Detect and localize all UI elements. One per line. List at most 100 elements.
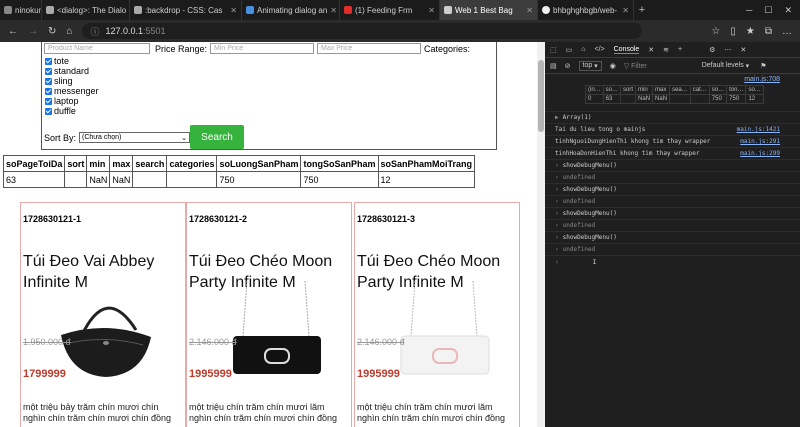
table-cell: 63 bbox=[2, 171, 66, 188]
close-icon[interactable]: ✕ bbox=[526, 6, 533, 15]
min-price-input[interactable]: Min Price bbox=[210, 43, 315, 54]
chevron-down-icon: ⌄ bbox=[181, 134, 188, 142]
table-header: search bbox=[132, 155, 168, 172]
more-menu-icon[interactable]: … bbox=[782, 26, 792, 37]
console-prompt[interactable]: › I bbox=[545, 256, 800, 268]
close-devtools-icon[interactable]: ✕ bbox=[740, 46, 746, 54]
sidebar-toggle-icon[interactable]: ▤ bbox=[550, 62, 557, 70]
browser-tab[interactable]: :backdrop - CSS: Cas ✕ bbox=[130, 0, 242, 20]
console-result: ‹ undefined bbox=[545, 196, 800, 208]
result-chevron-icon: ‹ bbox=[555, 174, 559, 181]
forward-icon[interactable]: → bbox=[28, 26, 38, 37]
tab-elements[interactable]: </> bbox=[594, 46, 604, 53]
home-icon[interactable]: ⌂ bbox=[66, 26, 72, 37]
product-card[interactable]: 1728630121-1 Túi Đeo Vai Abbey Infinite … bbox=[20, 202, 186, 427]
browser-tab[interactable]: <dialog>: The Dialo✕ bbox=[42, 0, 130, 20]
browser-tab-active[interactable]: Web 1 Best Bag ✕ bbox=[440, 0, 538, 20]
source-link[interactable]: main.js:291 bbox=[740, 138, 780, 145]
console-array-entry[interactable]: ▶ Array(1) bbox=[545, 112, 800, 124]
add-tab-icon[interactable]: + bbox=[678, 46, 682, 53]
source-link[interactable]: main.js:1421 bbox=[737, 126, 780, 133]
back-icon[interactable]: ← bbox=[8, 26, 18, 37]
console-log-entry: tinhNguoiDungHienThi khong tim thay wrap… bbox=[545, 136, 800, 148]
address-toolbar: ← → ↻ ⌂ ⓘ 127.0.0.1:5501 ☆ ▯ ★ ⧉ … bbox=[0, 20, 800, 42]
clear-console-icon[interactable]: ⊘ bbox=[565, 62, 571, 70]
reload-icon[interactable]: ↻ bbox=[48, 26, 56, 37]
close-icon[interactable]: ✕ bbox=[648, 46, 654, 54]
maximize-icon[interactable]: ☐ bbox=[764, 5, 772, 16]
input-chevron-icon: › bbox=[555, 210, 559, 217]
console-result: ‹ undefined bbox=[545, 244, 800, 256]
url-field[interactable]: ⓘ 127.0.0.1:5501 bbox=[82, 23, 643, 39]
settings-icon[interactable]: ⚙ bbox=[709, 46, 715, 54]
checkbox-checked-icon[interactable] bbox=[45, 87, 52, 95]
price-range-label: Price Range: bbox=[155, 43, 208, 54]
browser-tab[interactable]: ninokun2 bbox=[0, 0, 42, 20]
max-price-input[interactable]: Max Price bbox=[317, 43, 422, 54]
eye-icon[interactable]: ◉ bbox=[610, 62, 616, 70]
checkbox-checked-icon[interactable] bbox=[45, 107, 52, 115]
close-icon[interactable]: ✕ bbox=[428, 6, 435, 15]
scrollbar-thumb[interactable] bbox=[538, 60, 544, 132]
tab-console[interactable]: Console bbox=[613, 46, 640, 54]
table-cell bbox=[64, 171, 88, 188]
web-page: Product Name Price Range: Min Price Max … bbox=[0, 42, 537, 427]
page-scrollbar[interactable] bbox=[537, 42, 545, 427]
console-log-entry: Tai du lieu tong o mainjs main.js:1421 bbox=[545, 124, 800, 136]
levels-select[interactable]: Default levels ▾ bbox=[699, 61, 753, 71]
checkbox-checked-icon[interactable] bbox=[45, 97, 52, 105]
expand-arrow-icon[interactable]: ▶ bbox=[555, 114, 559, 121]
collections-icon[interactable]: ⧉ bbox=[765, 26, 772, 37]
checkbox-checked-icon[interactable] bbox=[45, 57, 52, 65]
youtube-icon bbox=[344, 6, 352, 14]
window-controls: ─ ☐ ✕ bbox=[746, 5, 800, 16]
product-card[interactable]: 1728630121-2 Túi Đeo Chéo Moon Party Inf… bbox=[186, 202, 352, 427]
table-header: soLuongSanPham bbox=[216, 155, 302, 172]
search-button[interactable]: Search bbox=[190, 125, 244, 149]
close-icon[interactable]: ✕ bbox=[230, 6, 237, 15]
filter-input[interactable]: ▽ Filter bbox=[624, 62, 647, 70]
browser-tab[interactable]: bhbghghbgb/web- ✕ bbox=[538, 0, 634, 20]
minimize-icon[interactable]: ─ bbox=[746, 5, 752, 16]
category-checkbox-duffle[interactable]: duffle bbox=[45, 106, 99, 116]
category-checkbox-tote[interactable]: tote bbox=[45, 56, 99, 66]
product-name-input[interactable]: Product Name bbox=[44, 43, 150, 54]
browser-tab-strip: ninokun2 <dialog>: The Dialo✕ :backdrop … bbox=[0, 0, 800, 20]
console-command: › showDebugMenu() bbox=[545, 184, 800, 196]
original-price: 1.950.000 đ bbox=[23, 337, 71, 347]
checkbox-checked-icon[interactable] bbox=[45, 67, 52, 75]
sort-select[interactable]: (Chưa chọn) ⌄ bbox=[79, 132, 191, 143]
site-info-icon[interactable]: ⓘ bbox=[90, 25, 99, 38]
category-checkbox-sling[interactable]: sling bbox=[45, 76, 99, 86]
source-link[interactable]: main.js:299 bbox=[740, 150, 780, 157]
close-window-icon[interactable]: ✕ bbox=[784, 5, 792, 16]
console-command: › showDebugMenu() bbox=[545, 160, 800, 172]
device-icon[interactable]: ▭ bbox=[566, 46, 573, 54]
close-icon[interactable]: ✕ bbox=[622, 6, 629, 15]
context-select[interactable]: top ▾ bbox=[578, 60, 602, 71]
new-tab-button[interactable]: + bbox=[634, 4, 650, 16]
table-cell: NaN bbox=[86, 171, 111, 188]
split-screen-icon[interactable]: ▯ bbox=[730, 26, 736, 37]
console-result: ‹ undefined bbox=[545, 172, 800, 184]
issues-icon[interactable]: ⚑ bbox=[760, 62, 766, 70]
network-icon[interactable]: ≋ bbox=[663, 46, 669, 54]
console-command: › showDebugMenu() bbox=[545, 208, 800, 220]
source-link[interactable]: main.js:708 bbox=[744, 76, 780, 83]
home-icon[interactable]: ⌂ bbox=[581, 46, 585, 53]
tab-favicon-icon bbox=[46, 6, 54, 14]
sort-row: Sort By: (Chưa chọn) ⌄ bbox=[44, 132, 191, 143]
browser-tab[interactable]: Animating dialog an ✕ bbox=[242, 0, 340, 20]
favorites-icon[interactable]: ★ bbox=[746, 26, 755, 37]
close-icon[interactable]: ✕ bbox=[330, 6, 337, 15]
more-menu-icon[interactable]: ⋯ bbox=[724, 46, 731, 54]
prompt-chevron-icon: › bbox=[555, 258, 559, 266]
favorite-star-icon[interactable]: ☆ bbox=[711, 26, 720, 37]
category-checkbox-standard[interactable]: standard bbox=[45, 66, 99, 76]
inspect-icon[interactable]: ⬚ bbox=[550, 46, 557, 54]
category-checkbox-messenger[interactable]: messenger bbox=[45, 86, 99, 96]
browser-tab[interactable]: (1) Feeding Frm ✕ bbox=[340, 0, 440, 20]
product-card[interactable]: 1728630121-3 Túi Đeo Chéo Moon Party Inf… bbox=[354, 202, 520, 427]
category-checkbox-laptop[interactable]: laptop bbox=[45, 96, 99, 106]
checkbox-checked-icon[interactable] bbox=[45, 77, 52, 85]
